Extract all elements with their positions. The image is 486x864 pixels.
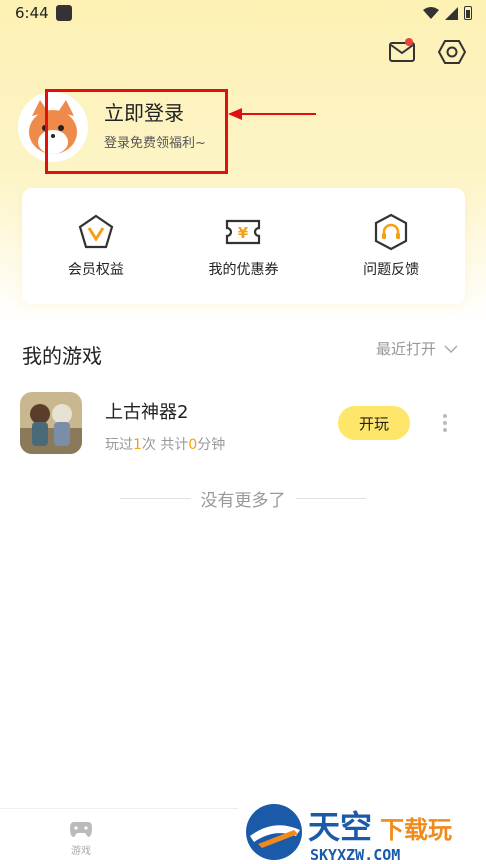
nav-tab-games[interactable]: 游戏 (58, 819, 104, 857)
list-end-indicator: 没有更多了 (120, 486, 366, 511)
game-thumbnail[interactable] (20, 392, 82, 454)
quick-item-feedback[interactable]: 问题反馈 (331, 213, 451, 279)
battery-icon (464, 6, 472, 20)
vip-v-icon (78, 214, 114, 249)
play-button[interactable]: 开玩 (338, 406, 410, 440)
quick-label: 问题反馈 (363, 262, 420, 278)
wifi-icon (423, 7, 439, 19)
status-time: 6:44 (15, 4, 49, 22)
more-options-icon[interactable] (440, 414, 450, 434)
nav-tab-label: 游戏 (71, 846, 91, 857)
play-count: 1 (133, 437, 142, 453)
chevron-down-icon (444, 344, 458, 353)
skyxzw-logo-icon: 天空 下载玩 SKYXZW.COM (246, 804, 452, 864)
sort-label: 最近打开 (376, 340, 437, 358)
status-icons (423, 6, 472, 20)
divider (120, 498, 191, 499)
watermark-brand-b: 下载玩 (380, 816, 452, 844)
quick-item-vip[interactable]: 会员权益 (36, 213, 156, 279)
quick-item-coupons[interactable]: ¥ 我的优惠券 (183, 213, 303, 279)
notification-app-icon (56, 5, 72, 21)
game-play-stats: 玩过1次 共计0分钟 (105, 434, 225, 454)
quick-label: 会员权益 (67, 262, 124, 278)
sort-dropdown[interactable]: 最近打开 (376, 338, 458, 359)
watermark-domain: SKYXZW.COM (310, 846, 400, 864)
settings-icon[interactable] (438, 38, 466, 66)
status-bar: 6:44 (0, 0, 486, 30)
stats-mid: 次 共计 (141, 437, 189, 453)
gamepad-icon (70, 822, 92, 837)
no-more-text: 没有更多了 (200, 491, 286, 511)
watermark-logo: 天空 下载玩 SKYXZW.COM (238, 800, 486, 864)
game-name: 上古神器2 (105, 402, 189, 423)
annotation-highlight-box (45, 89, 228, 174)
play-minutes: 0 (188, 437, 198, 453)
my-games-title: 我的游戏 (22, 344, 102, 368)
quick-label: 我的优惠券 (208, 262, 279, 278)
svg-text:¥: ¥ (238, 224, 249, 242)
headset-icon (375, 213, 408, 251)
quick-actions-card: 会员权益 ¥ 我的优惠券 问题反馈 (22, 188, 465, 304)
mail-unread-badge (405, 38, 413, 46)
stats-suffix: 分钟 (197, 437, 226, 453)
signal-icon (445, 6, 458, 20)
annotation-arrow-icon (228, 108, 316, 120)
divider (295, 498, 366, 499)
game-art-icon (20, 392, 82, 454)
coupon-yen-icon: ¥ (226, 219, 261, 245)
watermark-brand-a: 天空 (308, 808, 372, 846)
game-list-item[interactable]: 上古神器2 玩过1次 共计0分钟 开玩 (20, 392, 466, 456)
stats-prefix: 玩过 (105, 437, 133, 453)
